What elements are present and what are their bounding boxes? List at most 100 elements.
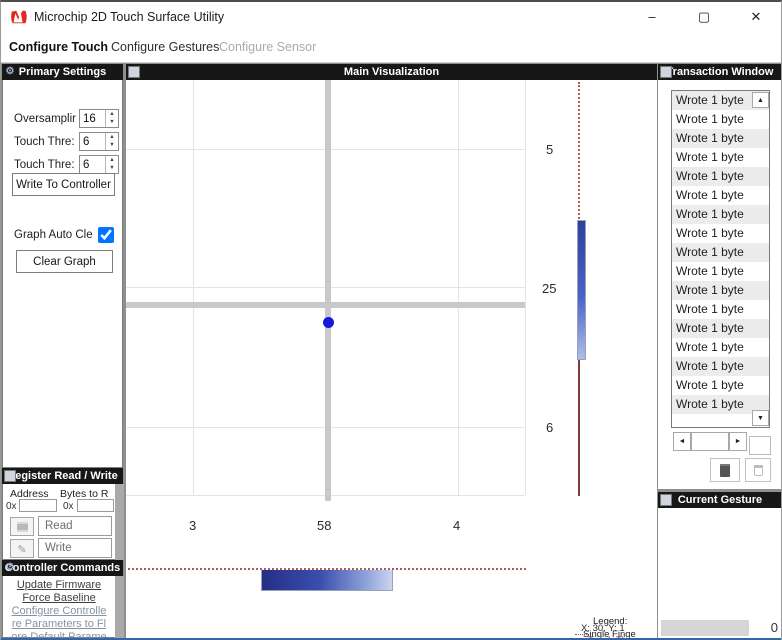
pencil-icon: ✎ (17, 544, 26, 556)
scroll-right-button[interactable]: ► (729, 432, 747, 451)
x-axis-tick: 4 (453, 518, 460, 533)
chart-icon (128, 66, 140, 78)
minimize-button[interactable]: – (635, 4, 669, 30)
transaction-row[interactable]: Wrote 1 byte (672, 338, 769, 357)
touch-threshold-stepper-2[interactable]: ▲▼ (79, 155, 119, 174)
write-button[interactable]: Write (38, 538, 112, 558)
workspace: ⚙ Primary Settings Oversamplir ▲▼ Touch … (1, 63, 782, 638)
scrollbar-corner (749, 436, 771, 455)
save-parameters-link[interactable]: re Parameters to Fl (3, 618, 115, 630)
status-counter: 0 (756, 620, 778, 635)
bytes-input[interactable] (77, 499, 114, 512)
crosshair-horizontal (126, 302, 525, 308)
transaction-row[interactable]: Wrote 1 byte (672, 319, 769, 338)
graph-auto-clear-checkbox[interactable] (98, 227, 114, 243)
transaction-window-header: Transaction Window (658, 64, 782, 80)
read-icon-button[interactable] (10, 517, 34, 536)
clear-graph-button[interactable]: Clear Graph (16, 250, 113, 273)
register-icon (4, 470, 16, 482)
oversampling-label: Oversamplir (14, 113, 78, 125)
transaction-row[interactable]: Wrote 1 byte (672, 167, 769, 186)
read-button[interactable]: Read (38, 516, 112, 536)
controller-commands-panel: Update Firmware Force Baseline Configure… (2, 576, 123, 638)
copy-log-button[interactable] (710, 458, 740, 482)
touch-threshold-stepper-1[interactable]: ▲▼ (79, 132, 119, 151)
transaction-row[interactable]: Wrote 1 byte (672, 129, 769, 148)
y-axis-tick: 6 (546, 420, 553, 435)
maximize-button[interactable]: ▢ (687, 4, 721, 30)
window-title: Microchip 2D Touch Surface Utility (34, 10, 224, 24)
address-hex-prefix: 0x (6, 501, 17, 512)
transaction-row[interactable]: Wrote 1 byte (672, 110, 769, 129)
configure-controller-link[interactable]: Configure Controlle (3, 605, 115, 617)
gesture-icon (660, 494, 672, 506)
spinner-arrows-icon[interactable]: ▲▼ (105, 110, 118, 127)
transaction-row[interactable]: Wrote 1 byte (672, 148, 769, 167)
transaction-row[interactable]: Wrote 1 byte (672, 357, 769, 376)
transaction-row[interactable]: Wrote 1 byte (672, 224, 769, 243)
scroll-up-button[interactable]: ▲ (752, 92, 769, 108)
x-axis-tick: 3 (189, 518, 196, 533)
spinner-arrows-icon[interactable]: ▲▼ (105, 156, 118, 173)
status-progress-bar (661, 620, 749, 636)
primary-settings-title: Primary Settings (19, 66, 106, 78)
gear-icon: ⚙ (4, 66, 16, 78)
address-input[interactable] (19, 499, 57, 512)
transaction-row[interactable]: Wrote 1 byte (672, 300, 769, 319)
clear-log-button[interactable] (745, 458, 771, 482)
scroll-down-button[interactable]: ▼ (752, 410, 769, 426)
touch-point-marker (323, 317, 334, 328)
main-visualization-header: Main Visualization (126, 64, 657, 80)
oversampling-stepper[interactable]: ▲▼ (79, 109, 119, 128)
graph-auto-clear-label: Graph Auto Cle (14, 229, 93, 241)
transaction-list[interactable]: Wrote 1 byte Wrote 1 byte Wrote 1 byte W… (671, 90, 770, 428)
tab-configure-gestures[interactable]: Configure Gestures (111, 40, 219, 54)
write-to-controller-button[interactable]: Write To Controller (12, 173, 115, 196)
oversampling-input[interactable] (80, 110, 106, 127)
transaction-row[interactable]: Wrote 1 byte (672, 243, 769, 262)
microchip-logo-icon (10, 8, 28, 26)
bytes-hex-prefix: 0x (63, 501, 74, 512)
register-rw-header: Register Read / Write (2, 468, 123, 484)
transaction-row[interactable]: Wrote 1 byte (672, 281, 769, 300)
force-baseline-link[interactable]: Force Baseline (3, 592, 115, 604)
list-icon (17, 522, 28, 532)
transaction-row[interactable]: Wrote 1 byte (672, 376, 769, 395)
panel-gutter (115, 576, 124, 638)
close-button[interactable]: ✕ (739, 4, 773, 30)
panel-gutter (115, 484, 124, 560)
horizontal-scrollbar-track[interactable] (691, 432, 729, 451)
current-gesture-header: Current Gesture (658, 492, 782, 508)
crosshair-vertical (325, 80, 331, 501)
register-rw-panel: Address Bytes to R 0x 0x Read ✎ Write (2, 484, 123, 560)
transaction-window-title: Transaction Window (667, 66, 774, 78)
legend: Legend: X: 30, Y: 1 Single Finge Touch T… (575, 616, 657, 640)
transaction-row[interactable]: Wrote 1 byte (672, 205, 769, 224)
transaction-icon (660, 66, 672, 78)
controller-commands-header: ⚙ Controller Commands (2, 560, 123, 576)
register-rw-title: Register Read / Write (7, 470, 117, 482)
x-axis-tick: 58 (317, 518, 331, 533)
gear-icon: ⚙ (4, 562, 16, 574)
primary-settings-panel: Oversamplir ▲▼ Touch Thre: ▲▼ Touch Thre… (2, 80, 123, 468)
y-signal-bar (577, 220, 586, 360)
touch-threshold-input-2[interactable] (80, 156, 106, 173)
transaction-row[interactable]: Wrote 1 byte (672, 262, 769, 281)
transaction-row[interactable]: Wrote 1 byte (672, 186, 769, 205)
current-gesture-panel: 0 (658, 508, 782, 638)
document-icon (720, 464, 730, 477)
update-firmware-link[interactable]: Update Firmware (3, 579, 115, 591)
tab-configure-sensor[interactable]: Configure Sensor (219, 40, 316, 54)
spinner-arrows-icon[interactable]: ▲▼ (105, 133, 118, 150)
trash-icon (754, 465, 763, 476)
gridline (525, 80, 526, 495)
touch-threshold-line-y (578, 82, 580, 222)
transaction-window-panel: Wrote 1 byte Wrote 1 byte Wrote 1 byte W… (658, 80, 782, 489)
write-icon-button[interactable]: ✎ (10, 539, 34, 558)
y-axis-tick: 25 (542, 281, 556, 296)
main-visualization-title: Main Visualization (344, 66, 439, 78)
tab-configure-touch[interactable]: Configure Touch (9, 40, 108, 54)
current-gesture-title: Current Gesture (678, 494, 762, 506)
touch-threshold-input-1[interactable] (80, 133, 106, 150)
scroll-left-button[interactable]: ◄ (673, 432, 691, 451)
